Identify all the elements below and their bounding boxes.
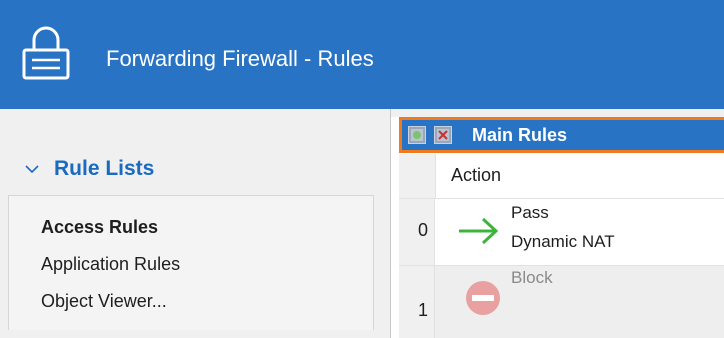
add-rule-icon[interactable] <box>408 126 426 144</box>
rule-list-item-application-rules[interactable]: Application Rules <box>41 254 180 275</box>
firewall-rules-window: Forwarding Firewall - Rules Rule Lists A… <box>0 0 724 338</box>
rule-list: Access Rules Application Rules Object Vi… <box>8 195 374 330</box>
rules-panel: Main Rules Action 0 Pass Dynamic NAT 1 B… <box>391 109 724 338</box>
row-index: 0 <box>417 220 428 240</box>
main-rules-title: Main Rules <box>472 124 568 145</box>
row-index-cell[interactable]: 0 <box>399 199 435 265</box>
table-row[interactable]: 0 Pass Dynamic NAT <box>399 199 724 266</box>
rule-action-label: Pass <box>511 203 549 222</box>
column-header-action[interactable]: Action <box>451 165 501 186</box>
grid-header-row: Action <box>399 154 724 199</box>
title-bar: Forwarding Firewall - Rules <box>0 0 724 109</box>
chevron-down-icon[interactable] <box>24 161 40 177</box>
lock-icon <box>22 26 70 80</box>
panel-top-strip <box>0 109 391 123</box>
row-index-cell[interactable]: 1 <box>399 266 435 338</box>
rule-list-item-access-rules[interactable]: Access Rules <box>41 217 158 238</box>
delete-rule-icon[interactable] <box>434 126 452 144</box>
table-row[interactable]: 1 Block <box>399 266 724 338</box>
rules-top-strip <box>391 109 724 117</box>
rule-action-label: Block <box>511 268 553 287</box>
rule-list-item-object-viewer[interactable]: Object Viewer... <box>41 291 167 312</box>
window-title: Forwarding Firewall - Rules <box>106 46 374 71</box>
rule-lists-header[interactable]: Rule Lists <box>24 157 154 181</box>
main-rules-header: Main Rules <box>399 117 724 153</box>
grid-corner[interactable] <box>399 154 436 198</box>
rule-lists-panel: Rule Lists Access Rules Application Rule… <box>0 109 391 338</box>
rules-grid: Action 0 Pass Dynamic NAT 1 Block <box>399 154 724 338</box>
rule-lists-title: Rule Lists <box>54 157 155 180</box>
row-index: 1 <box>417 300 428 320</box>
rule-action-detail: Dynamic NAT <box>511 232 615 251</box>
block-icon <box>466 281 500 315</box>
pass-arrow-icon <box>459 217 499 245</box>
